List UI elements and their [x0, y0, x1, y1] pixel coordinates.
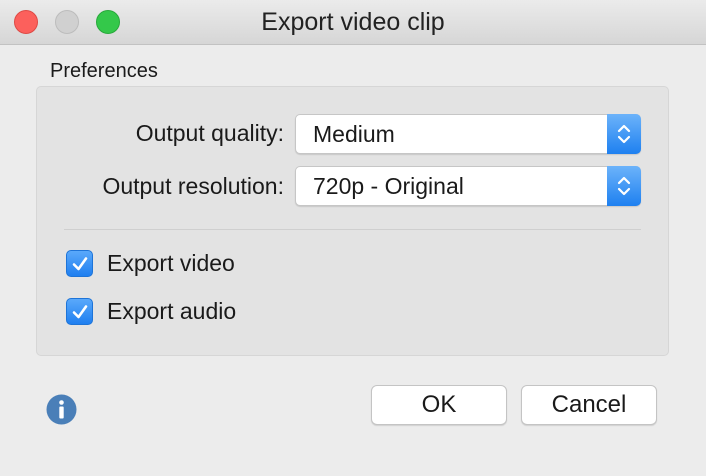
preferences-group-label: Preferences [50, 60, 158, 82]
updown-arrows-icon [607, 114, 641, 154]
output-resolution-select[interactable]: 720p - Original [295, 166, 641, 206]
output-resolution-value: 720p - Original [313, 173, 464, 199]
cancel-button[interactable]: Cancel [521, 385, 657, 425]
title-bar[interactable]: Export video clip [0, 0, 706, 45]
export-video-dialog: Export video clip Preferences Output qua… [0, 0, 706, 476]
updown-arrows-icon [607, 166, 641, 206]
export-video-label: Export video [107, 250, 235, 276]
ok-button[interactable]: OK [371, 385, 507, 425]
section-divider [64, 229, 641, 230]
window-title: Export video clip [261, 8, 445, 36]
output-quality-label: Output quality: [135, 120, 284, 146]
export-video-checkbox[interactable] [66, 250, 93, 277]
info-icon[interactable] [46, 394, 77, 425]
export-audio-checkbox[interactable] [66, 298, 93, 325]
export-audio-label: Export audio [107, 298, 237, 324]
checkmark-icon [72, 305, 88, 319]
output-resolution-label: Output resolution: [102, 173, 284, 199]
output-quality-select[interactable]: Medium [295, 114, 641, 154]
checkmark-icon [72, 257, 88, 271]
output-quality-value: Medium [313, 121, 395, 147]
